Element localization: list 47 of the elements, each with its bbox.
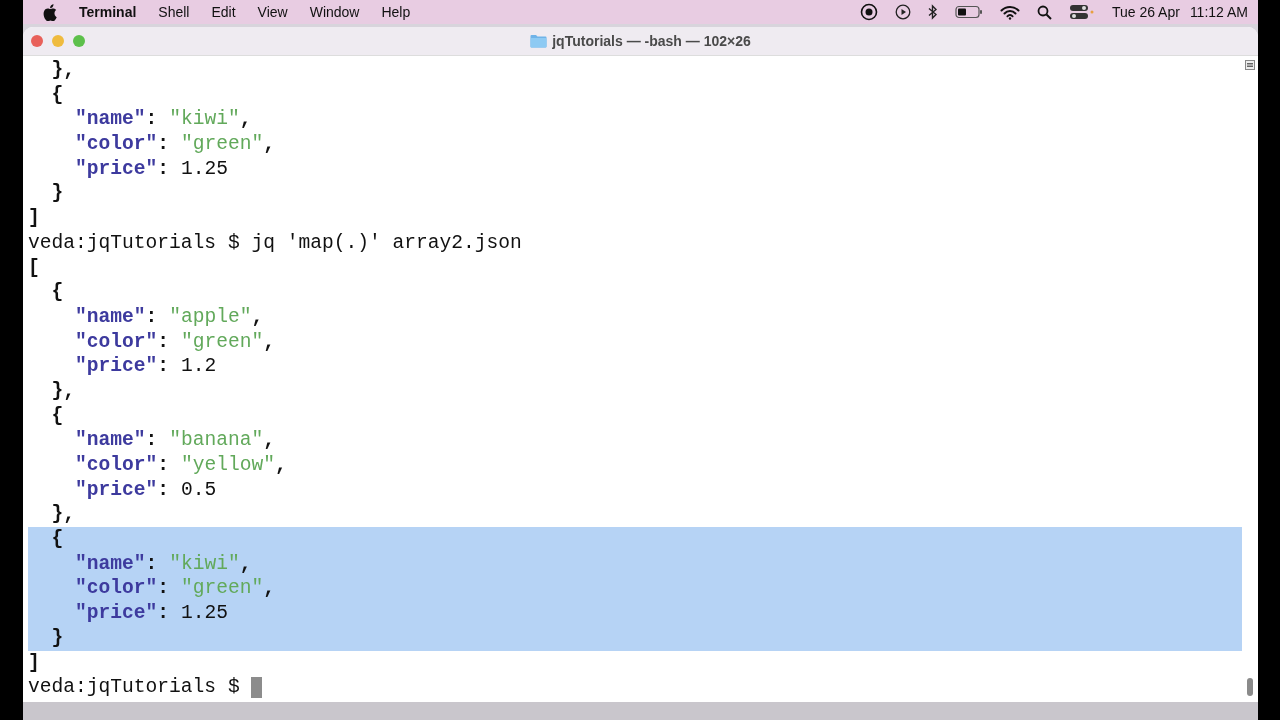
menu-bar-time: 11:12 AM [1189, 4, 1248, 20]
terminal-line: "color": "green", [74, 132, 275, 157]
menu-item[interactable]: Help [381, 4, 411, 20]
terminal-line: { [50, 527, 64, 552]
terminal-line: [ [28, 255, 40, 281]
bluetooth-icon[interactable] [927, 4, 938, 20]
scroll-thumb[interactable] [1247, 678, 1253, 696]
folder-icon [530, 34, 548, 48]
split-pane-icon[interactable] [1245, 60, 1255, 70]
terminal-line: { [50, 403, 64, 429]
search-icon[interactable] [1036, 4, 1052, 20]
app-menu[interactable]: Terminal [79, 4, 137, 20]
terminal-line: ] [28, 650, 40, 676]
play-icon[interactable] [894, 4, 911, 20]
control-center-icon[interactable] [1068, 4, 1095, 20]
terminal-line: "price": 1.25 [74, 156, 228, 182]
terminal-line: "color": "green", [74, 329, 275, 355]
menu-bar-date: Tue 26 Apr [1111, 4, 1180, 20]
terminal-line: } [50, 181, 64, 207]
window-title: jqTutorials — -bash — 102×26 [552, 33, 751, 49]
terminal-line: }, [50, 378, 76, 404]
record-icon[interactable] [859, 3, 878, 21]
battery-icon[interactable] [954, 5, 983, 19]
menu-item[interactable]: Window [309, 4, 360, 20]
wifi-icon[interactable] [999, 4, 1020, 20]
apple-logo-icon[interactable] [43, 3, 57, 21]
terminal-line: "color": "yellow", [74, 453, 287, 478]
terminal-line: { [50, 280, 64, 305]
terminal-line: }, [50, 502, 76, 528]
terminal-line: "name": "kiwi", [74, 107, 252, 133]
terminal-line: "price": 0.5 [74, 477, 217, 503]
terminal-line: "price": 1.2 [74, 354, 217, 379]
terminal-line: "name": "apple", [74, 304, 264, 330]
terminal-line: veda:jqTutorials $ jq 'map(.)' array2.json [28, 230, 522, 256]
terminal-line: "name": "banana", [74, 428, 275, 453]
terminal-line: } [50, 625, 64, 651]
close-button[interactable] [31, 35, 43, 47]
menu-item[interactable]: View [257, 4, 288, 20]
terminal-line: "name": "kiwi", [74, 551, 252, 577]
terminal-line: "color": "green", [74, 576, 275, 602]
menu-item[interactable]: Shell [158, 4, 190, 20]
menu-item[interactable]: Edit [211, 4, 236, 20]
terminal-line: }, [50, 58, 76, 83]
terminal-line: veda:jqTutorials $ [28, 675, 241, 700]
terminal-line: { [50, 82, 64, 108]
terminal-line: "price": 1.25 [74, 601, 228, 626]
terminal-line: ] [28, 206, 40, 231]
